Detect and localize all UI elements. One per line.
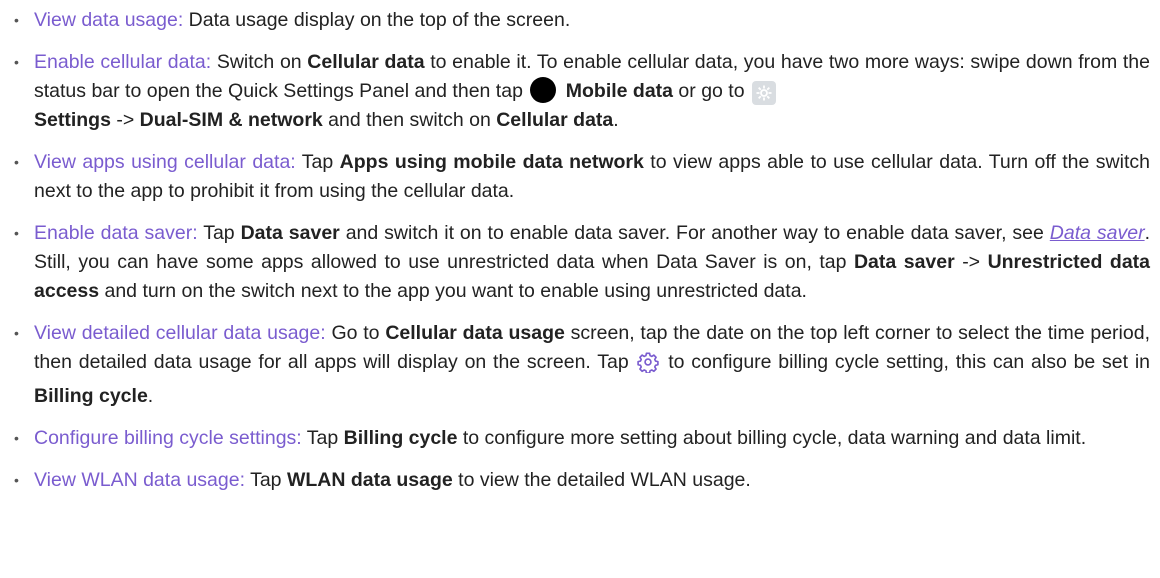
item-text: -> [110,109,140,131]
item-term: View data usage: [34,9,184,31]
data-saver-link[interactable]: Data saver [1050,222,1145,244]
bold-term: Data saver [240,222,340,244]
item-term: Configure billing cycle settings: [34,427,302,449]
settings-app-icon [751,81,776,105]
item-text: Data usage display on the top of the scr… [183,9,571,31]
item-text: Tap [295,151,340,173]
bold-term: Mobile data [565,80,674,102]
item-text: . [147,385,154,407]
list-item: • Configure billing cycle settings: Tap B… [14,424,1150,453]
list-item: • Enable cellular data: Switch on Cellula… [14,48,1150,135]
item-text: and switch it on to enable data saver. F… [339,222,1050,244]
item-term: Enable cellular data: [34,51,212,73]
bold-term: Cellular data usage [385,322,565,344]
list-item: • View detailed cellular data usage: Go t… [14,319,1150,411]
item-term: View detailed cellular data usage: [34,322,326,344]
item-text: Tap [301,427,344,449]
item-text: Switch on [211,51,308,73]
item-text: to configure more setting about billing … [457,427,1087,449]
item-text: -> [954,251,988,273]
item-text: . [613,109,619,131]
bold-term: Billing cycle [34,385,148,407]
document-page: • View data usage: Data usage display on … [0,0,1160,495]
gear-icon [637,351,660,382]
bold-term: Data saver [853,251,955,273]
black-circle-icon [530,77,557,103]
list-item: • Enable data saver: Tap Data saver and s… [14,219,1150,306]
item-text: to view the detailed WLAN usage. [452,469,751,491]
bullet: • [14,430,19,446]
list-item: • View data usage: Data usage display on … [14,6,1150,35]
bold-term: Cellular data [496,109,614,131]
item-text: and then switch on [322,109,497,131]
item-term: View apps using cellular data: [34,151,296,173]
bold-term: Settings [34,109,111,131]
list-item: • View apps using cellular data: Tap Apps… [14,148,1150,206]
bullet: • [14,154,19,170]
bold-term: Cellular data [307,51,425,73]
item-term: Enable data saver: [34,222,198,244]
item-text: to configure billing cycle setting, this… [661,351,1150,373]
item-text: or go to [673,80,750,102]
list-item: • View WLAN data usage: Tap WLAN data usa… [14,466,1150,495]
item-text: Go to [325,322,386,344]
item-term: View WLAN data usage: [34,469,246,491]
bullet: • [14,325,19,341]
item-text: Tap [245,469,287,491]
bold-term: Billing cycle [343,427,458,449]
bullet: • [14,472,19,488]
bullet: • [14,225,19,241]
bullet: • [14,12,19,28]
bold-term: Dual-SIM & network [139,109,323,131]
item-text: Tap [197,222,241,244]
item-text: and turn on the switch next to the app y… [99,280,807,302]
bold-term: Apps using mobile data network [339,151,644,173]
bold-term: WLAN data usage [286,469,453,491]
bullet-list: • View data usage: Data usage display on … [14,6,1150,495]
bullet: • [14,54,19,70]
